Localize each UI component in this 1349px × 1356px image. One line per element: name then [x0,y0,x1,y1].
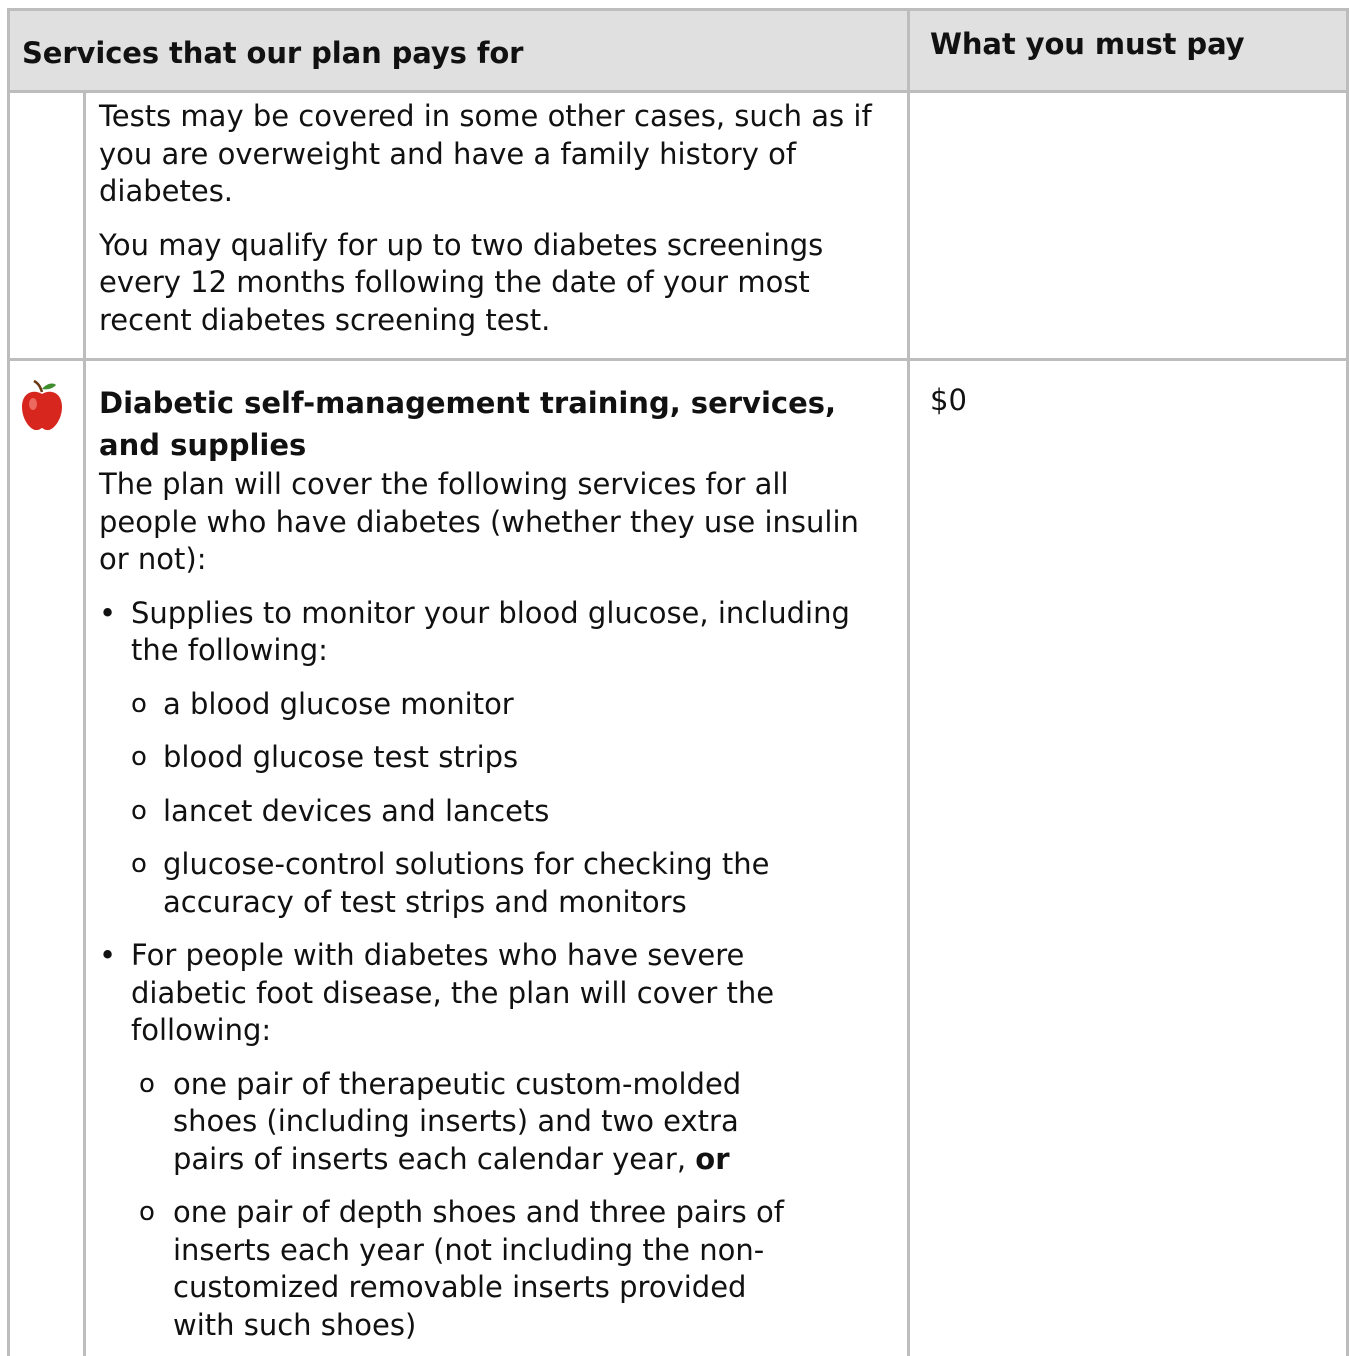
sub-list-item: o glucose-control solutions for checking… [99,846,853,921]
sub-list-item: o one pair of depth shoes and three pair… [99,1194,813,1344]
payment-amount: $0 [930,383,967,417]
sub-list-item-text: one pair of therapeutic custom-molded sh… [173,1066,742,1176]
sub-list-item-text: blood glucose test strips [163,740,519,774]
list-item: • Supplies to monitor your blood glucose… [99,595,889,670]
list-item-text: Supplies to monitor your blood glucose, … [131,595,850,668]
apple-icon [22,380,62,431]
border-icon-column [83,91,86,1356]
header-services: Services that our plan pays for [22,36,524,70]
intro-paragraph: The plan will cover the following servic… [99,467,859,576]
sub-list-item-text: lancet devices and lancets [163,793,550,828]
circle-marker: o [131,688,147,719]
border-row-divider [7,358,1349,361]
sub-list-item: o lancet devices and lancets [99,793,889,831]
circle-marker: o [131,742,147,772]
bullet-marker: • [99,595,117,630]
row-diabetes-screening-cont: Tests may be covered in some other cases… [99,98,889,339]
row-title: Diabetic self-management training, servi… [99,386,837,462]
list-item-text: For people with diabetes who have severe… [131,938,775,1047]
sub-list-item-text: glucose-control solutions for checking t… [163,847,770,919]
bullet-marker: • [99,938,117,972]
circle-marker: o [131,795,147,826]
border-header-bottom [7,90,1349,93]
sub-list-item: o one pair of therapeutic custom-molded … [99,1066,813,1179]
paragraph: You may qualify for up to two diabetes s… [99,227,824,337]
circle-marker: o [139,1068,155,1099]
header-payment: What you must pay [930,27,1245,61]
border-left [7,8,10,1356]
paragraph: Tests may be covered in some other cases… [99,99,872,208]
list-item: • For people with diabetes who have seve… [99,937,831,1050]
border-top [7,8,1349,11]
sub-list-item-text: one pair of depth shoes and three pairs … [173,1195,784,1342]
benefits-table: Services that our plan pays for What you… [0,0,1349,1356]
sub-list-item: o a blood glucose monitor [99,686,889,724]
circle-marker: o [131,849,147,879]
sub-list-item: o blood glucose test strips [99,739,889,777]
sub-list-item-text: a blood glucose monitor [163,686,514,721]
circle-marker: o [139,1197,155,1227]
emphasis-or: or [695,1141,730,1176]
border-column-divider [907,8,910,1356]
row-diabetic-self-management: Diabetic self-management training, servi… [99,382,889,1344]
